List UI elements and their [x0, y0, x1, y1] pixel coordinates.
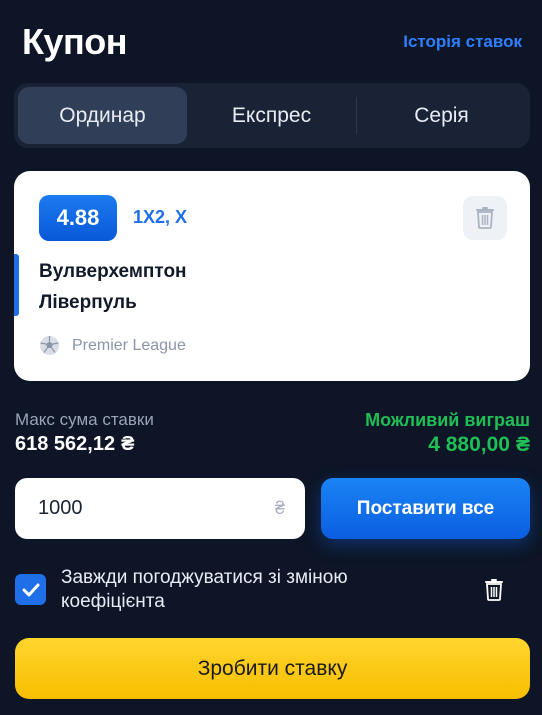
checkmark-icon [22, 583, 39, 596]
tab-express[interactable]: Експрес [187, 87, 356, 144]
market-label: 1X2, X [133, 207, 188, 227]
stake-currency: ₴ [274, 498, 285, 518]
team-away: Ліверпуль [39, 292, 137, 313]
submit-bet-button[interactable]: Зробити ставку [15, 638, 530, 699]
trash-icon [476, 207, 494, 229]
place-all-button[interactable]: Поставити все [321, 478, 530, 539]
possible-win-label: Можливий виграш [365, 410, 530, 430]
bet-card: 4.88 1X2, X Вулверхемптон Ліверпуль Prem… [14, 171, 530, 381]
max-stake-amount: 618 562,12 [15, 433, 116, 455]
odds-badge: 4.88 [39, 195, 117, 241]
remove-bet-button[interactable] [463, 196, 507, 240]
possible-win-value: 4 880,00 ₴ [428, 433, 530, 457]
accept-odds-label: Завжди погоджуватися зі зміною коефіцієн… [61, 567, 348, 612]
soccer-ball-icon [40, 336, 59, 355]
max-stake-value: 618 562,12 ₴ [15, 433, 134, 456]
clear-coupon-button[interactable] [483, 577, 505, 603]
team-home: Вулверхемптон [39, 261, 187, 282]
possible-win-currency: ₴ [515, 433, 530, 456]
stake-input[interactable]: 1000 ₴ [15, 478, 305, 539]
max-stake-label: Макс сума ставки [15, 410, 154, 429]
bet-type-tabs: Ординар Експрес Серія [14, 83, 530, 148]
league-info: Premier League [39, 335, 186, 356]
header: Купон Історія ставок [22, 20, 522, 64]
max-stake-currency: ₴ [121, 433, 135, 455]
limits-row: Макс сума ставки 618 562,12 ₴ Можливий ви… [15, 410, 530, 460]
league-name: Premier League [72, 336, 186, 354]
bet-history-link[interactable]: Історія ставок [403, 32, 522, 52]
tab-series[interactable]: Серія [357, 87, 526, 144]
bet-card-accent [14, 254, 19, 316]
stake-value[interactable]: 1000 [38, 497, 83, 520]
page-title: Купон [22, 21, 127, 62]
trash-icon [485, 579, 503, 601]
tab-single[interactable]: Ординар [18, 87, 187, 144]
accept-odds-checkbox[interactable] [15, 574, 46, 605]
possible-win-amount: 4 880,00 [428, 433, 510, 456]
